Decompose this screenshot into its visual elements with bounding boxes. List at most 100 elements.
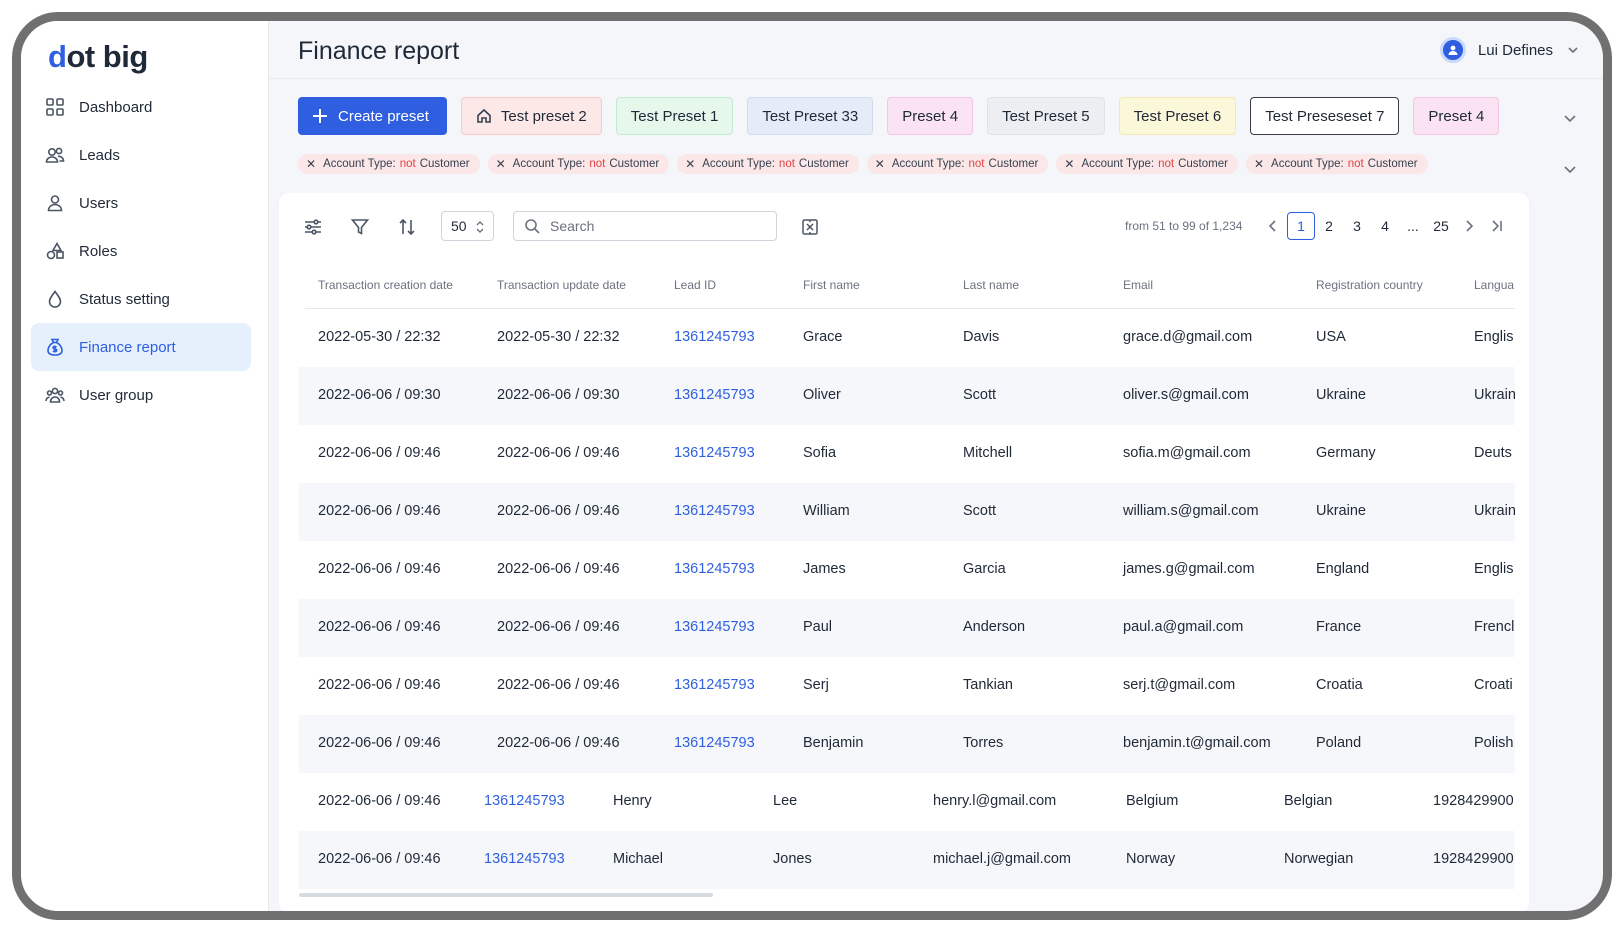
- column-header[interactable]: Transaction creation date: [318, 278, 453, 292]
- table-cell: Deuts: [1474, 445, 1512, 461]
- next-page-button[interactable]: [1455, 212, 1483, 240]
- preset-chip[interactable]: Test preset 2: [460, 97, 602, 135]
- close-icon[interactable]: ✕: [496, 157, 506, 171]
- lead-id-link[interactable]: 1361245793: [484, 793, 565, 809]
- close-icon[interactable]: ✕: [875, 157, 885, 171]
- table-cell: 1928429900: [1433, 793, 1513, 809]
- table-row[interactable]: 2022-05-30 / 22:32 2022-05-30 / 22:32 1361…: [299, 309, 1515, 367]
- sort-icon[interactable]: [397, 217, 417, 237]
- lead-id-link[interactable]: 1361245793: [674, 619, 755, 635]
- filter-negation: not: [968, 158, 985, 170]
- column-header[interactable]: Email: [1123, 278, 1153, 292]
- sidebar-item-dashboard[interactable]: Dashboard: [31, 83, 251, 131]
- preset-chip[interactable]: Test Preset 6: [1118, 97, 1237, 135]
- table-cell: Grace: [803, 329, 843, 345]
- page-button[interactable]: 2: [1315, 212, 1343, 240]
- sidebar-item-finance-report[interactable]: Finance report: [31, 323, 251, 371]
- preset-chip[interactable]: Preset 4: [1413, 97, 1500, 135]
- close-icon[interactable]: ✕: [1064, 157, 1074, 171]
- lead-id-link[interactable]: 1361245793: [484, 851, 565, 867]
- preset-chip[interactable]: Test Preset 1: [615, 97, 734, 135]
- preset-chip[interactable]: Test Preseseset 7: [1250, 97, 1400, 135]
- lead-id-link[interactable]: 1361245793: [674, 329, 755, 345]
- table-cell: 1928429900: [1433, 851, 1513, 867]
- column-header[interactable]: Registration country: [1316, 278, 1423, 292]
- users-icon: [45, 147, 65, 163]
- column-header[interactable]: Lead ID: [674, 278, 716, 292]
- column-header[interactable]: Langua: [1474, 278, 1514, 292]
- sidebar-item-user-group[interactable]: User group: [31, 371, 251, 419]
- prev-page-button[interactable]: [1259, 212, 1287, 240]
- sidebar-item-leads[interactable]: Leads: [31, 131, 251, 179]
- column-header[interactable]: Transaction update date: [497, 278, 626, 292]
- user-name: Lui Defines: [1477, 41, 1553, 59]
- table-cell: 2022-06-06 / 09:46: [318, 793, 441, 809]
- page-button[interactable]: 25: [1427, 212, 1455, 240]
- filter-key: Account Type:: [1081, 158, 1155, 170]
- create-preset-button[interactable]: Create preset: [298, 97, 447, 135]
- page-button[interactable]: 4: [1371, 212, 1399, 240]
- last-page-button[interactable]: [1483, 212, 1511, 240]
- excel-export-icon[interactable]: [801, 218, 819, 236]
- lead-id-link[interactable]: 1361245793: [674, 561, 755, 577]
- table-cell: Croatia: [1316, 677, 1363, 693]
- table-row[interactable]: 2022-06-06 / 09:46 2022-06-06 / 09:46 1361…: [299, 425, 1515, 483]
- table-cell: benjamin.t@gmail.com: [1123, 735, 1271, 751]
- user-icon: [1448, 45, 1458, 55]
- page-button[interactable]: 3: [1343, 212, 1371, 240]
- settings-sliders-icon[interactable]: [303, 217, 323, 237]
- logo[interactable]: dot big: [48, 39, 148, 75]
- sidebar-item-roles[interactable]: Roles: [31, 227, 251, 275]
- table-row[interactable]: 2022-06-06 / 09:46 1361245793 Michael Jones…: [299, 831, 1515, 889]
- grid-icon: [46, 98, 64, 116]
- close-icon[interactable]: ✕: [1254, 157, 1264, 171]
- lead-id-link[interactable]: 1361245793: [674, 735, 755, 751]
- preset-chip[interactable]: Preset 4: [887, 97, 974, 135]
- column-header[interactable]: Last name: [963, 278, 1019, 292]
- table-row[interactable]: 2022-06-06 / 09:46 2022-06-06 / 09:46 1361…: [299, 599, 1515, 657]
- preset-chip[interactable]: Test Preset 5: [987, 97, 1105, 135]
- sidebar-item-users[interactable]: Users: [31, 179, 251, 227]
- table-cell: 2022-06-06 / 09:46: [497, 677, 620, 693]
- chevron-down-icon[interactable]: [1563, 111, 1577, 125]
- table-row[interactable]: 2022-06-06 / 09:46 1361245793 Henry Lee henr…: [299, 773, 1515, 831]
- lead-id-link[interactable]: 1361245793: [674, 387, 755, 403]
- filter-negation: not: [778, 158, 795, 170]
- table-cell: Torres: [963, 735, 1004, 751]
- chevron-down-icon[interactable]: [1563, 162, 1577, 176]
- close-icon[interactable]: ✕: [685, 157, 695, 171]
- per-page-select[interactable]: 50: [441, 211, 494, 241]
- table-row[interactable]: 2022-06-06 / 09:46 2022-06-06 / 09:46 1361…: [299, 657, 1515, 715]
- table-cell: Michael: [613, 851, 663, 867]
- report-card: 50 from 51 to 99 of 1,234 1234... 25 Tran…: [279, 193, 1529, 911]
- close-icon[interactable]: ✕: [306, 157, 316, 171]
- table-cell: Ukraine: [1316, 503, 1366, 519]
- sidebar-item-label: Status setting: [79, 290, 170, 308]
- table-cell: Sofia: [803, 445, 837, 461]
- filter-value: Customer: [798, 158, 849, 170]
- filter-value: Customer: [1367, 158, 1418, 170]
- horizontal-scrollbar[interactable]: [299, 893, 713, 897]
- filter-chip: ✕ Account Type: not Customer: [677, 154, 859, 174]
- page-button[interactable]: 1: [1287, 212, 1315, 240]
- lead-id-link[interactable]: 1361245793: [674, 503, 755, 519]
- table-row[interactable]: 2022-06-06 / 09:46 2022-06-06 / 09:46 1361…: [299, 483, 1515, 541]
- sidebar-item-status-setting[interactable]: Status setting: [31, 275, 251, 323]
- table-row[interactable]: 2022-06-06 / 09:46 2022-06-06 / 09:46 1361…: [299, 541, 1515, 599]
- column-header[interactable]: First name: [803, 278, 860, 292]
- lead-id-link[interactable]: 1361245793: [674, 445, 755, 461]
- table-row[interactable]: 2022-06-06 / 09:30 2022-06-06 / 09:30 1361…: [299, 367, 1515, 425]
- table-cell: Paul: [803, 619, 833, 635]
- lead-id-link[interactable]: 1361245793: [674, 677, 755, 693]
- table-cell: England: [1316, 561, 1370, 577]
- table-row[interactable]: 2022-06-06 / 09:46 2022-06-06 / 09:46 1361…: [299, 715, 1515, 773]
- preset-chip[interactable]: Test Preset 33: [747, 97, 874, 135]
- user-menu[interactable]: Lui Defines: [1439, 37, 1579, 63]
- header: Finance report Lui Defines: [269, 21, 1603, 79]
- search-input[interactable]: [550, 218, 760, 234]
- table-cell: Englis: [1474, 561, 1514, 577]
- filter-icon[interactable]: [350, 217, 370, 237]
- create-preset-label: Create preset: [338, 107, 429, 125]
- avatar: [1439, 37, 1466, 63]
- sidebar-item-label: User group: [79, 386, 154, 404]
